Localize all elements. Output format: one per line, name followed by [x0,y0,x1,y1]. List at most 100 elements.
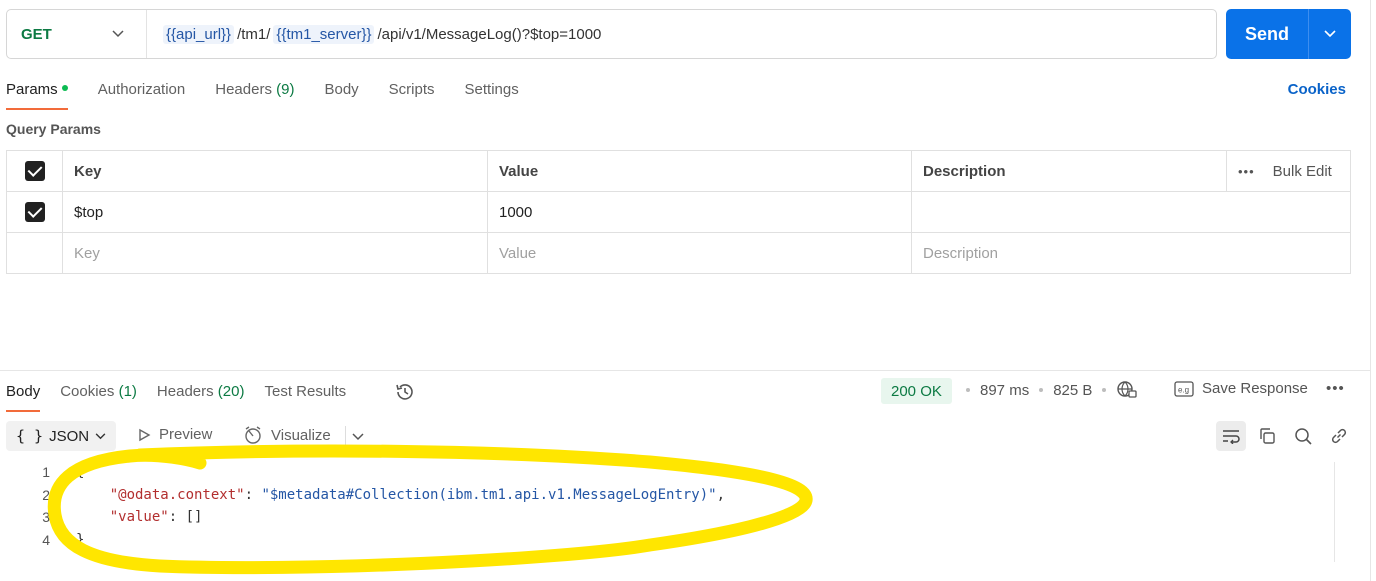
method-label: GET [21,25,52,43]
column-header-value: Value [487,150,912,192]
wrap-lines-button[interactable] [1216,421,1246,451]
search-button[interactable] [1288,421,1318,451]
cookies-link[interactable]: Cookies [1288,81,1346,98]
visualize-options-button[interactable] [352,428,364,445]
column-header-description: Description [911,150,1227,192]
editor-scrollbar[interactable] [1334,462,1335,562]
url-segment: /api/v1/MessageLog()?$top=1000 [377,25,602,43]
response-tab-body[interactable]: Body [6,380,41,412]
table-header-row: Key Value Description ••• Bulk Edit [6,150,1351,192]
visualize-label: Visualize [271,426,331,444]
copy-icon [1260,428,1275,444]
response-size[interactable]: 825 B [1053,382,1092,399]
pane-divider[interactable] [0,370,1371,371]
response-cookies-count: (1) [118,383,137,400]
response-tab-headers[interactable]: Headers (20) [157,380,245,412]
response-tab-cookies[interactable]: Cookies (1) [60,380,137,412]
line-number: 4 [42,531,50,548]
toolbar-separator [345,426,346,446]
url-variable-api-url[interactable]: {{api_url}} [163,24,235,44]
url-bar[interactable]: GET {{api_url}} /tm1/ {{tm1_server}} /ap… [6,9,1217,59]
pane-edge [1370,0,1371,581]
tab-settings[interactable]: Settings [465,78,519,110]
response-time[interactable]: 897 ms [980,382,1029,399]
save-response-label: Save Response [1202,380,1308,397]
format-select[interactable]: { } JSON [6,421,117,451]
tab-headers[interactable]: Headers (9) [215,78,294,110]
json-comma: , [716,486,726,503]
chevron-down-icon [1324,30,1336,38]
network-globe-icon[interactable] [1116,380,1138,400]
history-icon[interactable] [394,381,416,407]
tab-body[interactable]: Body [324,78,358,110]
param-value-cell[interactable]: 1000 [487,191,912,233]
visualize-icon [245,426,261,444]
new-param-checkbox-cell [6,232,63,274]
params-active-dot [61,85,68,92]
response-tab-headers-label: Headers [156,383,214,400]
response-tab-test-results[interactable]: Test Results [264,380,346,412]
status-badge[interactable]: 200 OK [881,378,952,404]
link-button[interactable] [1324,421,1354,451]
select-all-checkbox[interactable] [6,150,63,192]
preview-button[interactable]: Preview [137,426,212,443]
tab-scripts[interactable]: Scripts [389,78,435,110]
code-content: "@odata.context": "$metadata#Collection(… [50,487,725,503]
param-key-cell[interactable]: $top [62,191,488,233]
tab-headers-label: Headers [215,81,272,98]
checkbox-checked-icon [24,161,45,181]
json-key: "@odata.context" [109,486,245,503]
code-line: 1 { [0,461,725,484]
braces-icon: { } [16,427,44,445]
tab-params-label: Params [6,81,58,98]
table-row: $top 1000 [6,191,1351,233]
more-options-icon[interactable]: ••• [1326,380,1345,397]
line-number: 1 [42,464,50,481]
headers-count: (9) [276,81,295,98]
search-icon [1295,428,1312,445]
response-tabs: Body Cookies (1) Headers (20) Test Resul… [6,380,346,412]
save-response-button[interactable]: e.g Save Response [1174,380,1308,397]
send-options-button[interactable] [1309,9,1351,59]
save-example-icon: e.g [1174,380,1194,397]
chevron-down-icon [112,30,124,38]
more-options-icon[interactable]: ••• [1238,164,1255,179]
param-enabled-checkbox[interactable] [6,191,63,233]
bulk-edit-button[interactable]: Bulk Edit [1273,163,1332,180]
copy-button[interactable] [1252,421,1282,451]
svg-text:e.g: e.g [1178,385,1189,394]
code-line: 2 "@odata.context": "$metadata#Collectio… [0,484,725,507]
url-variable-tm1-server[interactable]: {{tm1_server}} [273,24,375,44]
line-number: 2 [42,486,50,503]
response-body-editor[interactable]: 1 { 2 "@odata.context": "$metadata#Colle… [0,461,725,551]
separator-dot [1102,388,1107,392]
wrap-lines-icon [1223,430,1240,444]
response-tab-cookies-label: Cookies [60,383,115,400]
code-line: 4 } [0,529,725,552]
link-icon [1331,428,1347,444]
json-array-value: [] [185,509,203,526]
chevron-down-icon [352,433,364,441]
method-select[interactable]: GET [7,10,147,58]
visualize-button[interactable]: Visualize [243,426,331,444]
new-param-value-input[interactable]: Value [487,232,912,274]
json-colon: : [244,486,262,503]
response-headers-count: (20) [217,383,245,400]
param-description-cell[interactable] [911,191,1351,233]
code-content: "value": [] [50,509,203,526]
send-button[interactable]: Send [1226,9,1309,59]
new-param-description-input[interactable]: Description [911,232,1351,274]
json-string-value: "$metadata#Collection(ibm.tm1.api.v1.Mes… [261,486,717,503]
table-row-new: Key Value Description [6,232,1351,274]
url-input[interactable]: {{api_url}} /tm1/ {{tm1_server}} /api/v1… [147,24,602,44]
preview-label: Preview [159,426,213,443]
json-open-brace: { [76,464,85,481]
response-metrics: 897 ms 825 B [966,380,1138,400]
new-param-key-input[interactable]: Key [62,232,488,274]
tab-params[interactable]: Params [6,78,68,110]
line-number: 3 [42,509,50,526]
query-params-table: Key Value Description ••• Bulk Edit $top… [6,150,1351,274]
json-close-brace: } [76,531,85,548]
play-icon [139,428,151,441]
tab-authorization[interactable]: Authorization [98,78,186,110]
